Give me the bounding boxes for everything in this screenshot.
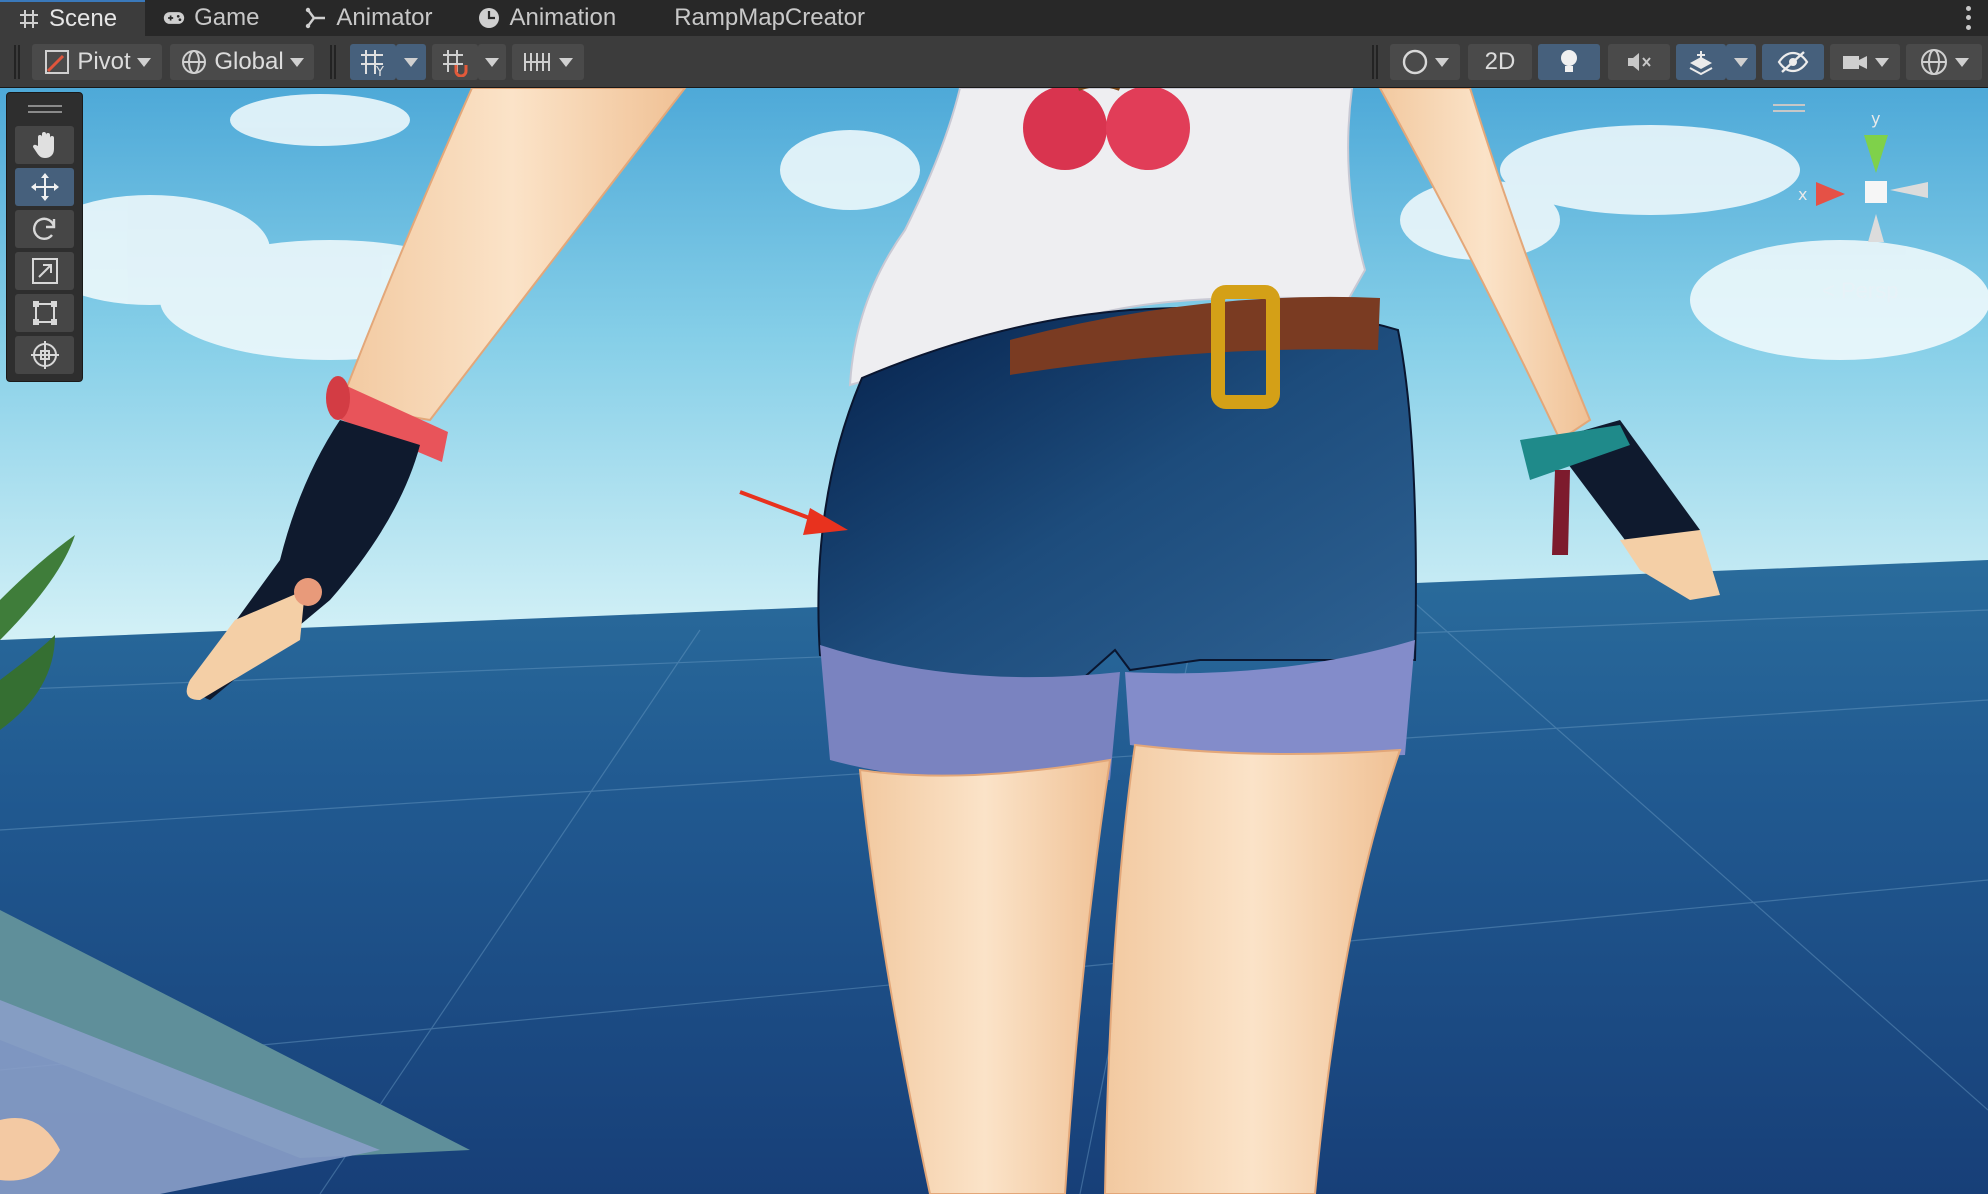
clock-icon bbox=[478, 7, 500, 29]
draw-mode-dropdown[interactable] bbox=[1390, 44, 1460, 80]
pivot-label: Pivot bbox=[77, 48, 131, 75]
mute-speaker-icon bbox=[1628, 53, 1651, 71]
gizmo-y-axis bbox=[1864, 135, 1888, 173]
tab-scene-label: Scene bbox=[49, 5, 118, 32]
rect-transform-icon bbox=[32, 301, 57, 325]
gizmo-x-label: x bbox=[1798, 185, 1807, 204]
tab-rampmapcreator-label: RampMapCreator bbox=[674, 4, 865, 31]
global-dropdown[interactable]: Global bbox=[170, 44, 314, 80]
scene-visibility-toggle[interactable] bbox=[1762, 44, 1824, 80]
gizmo-neg-y-axis bbox=[1868, 214, 1884, 242]
grid-snap-dropdown[interactable] bbox=[396, 44, 426, 80]
audio-toggle[interactable] bbox=[1608, 44, 1670, 80]
transform-icon bbox=[30, 341, 59, 369]
move-arrows-icon bbox=[30, 173, 59, 201]
tab-animator[interactable]: Animator bbox=[287, 0, 460, 36]
rotate-tool[interactable] bbox=[15, 210, 74, 248]
gizmo-x-axis bbox=[1816, 182, 1845, 206]
grid-hash-icon bbox=[18, 8, 40, 30]
gizmo-globe-icon bbox=[1921, 49, 1947, 75]
scale-icon bbox=[31, 258, 58, 284]
animator-icon bbox=[305, 7, 327, 29]
grid-snap-icon: Y bbox=[361, 50, 384, 77]
toggle-2d-button[interactable]: 2D bbox=[1468, 44, 1532, 80]
move-tool[interactable] bbox=[15, 168, 74, 206]
rect-tool[interactable] bbox=[15, 294, 74, 332]
effects-dropdown[interactable] bbox=[1726, 44, 1756, 80]
more-options-icon[interactable] bbox=[1962, 4, 1974, 32]
projection-label[interactable]: < Persp bbox=[1822, 278, 1898, 304]
gizmo-neg-x-axis bbox=[1890, 182, 1928, 198]
tab-animation-label: Animation bbox=[509, 4, 617, 31]
chevron-down-icon bbox=[485, 57, 499, 67]
camera-icon bbox=[1843, 56, 1867, 69]
chevron-down-icon bbox=[289, 57, 304, 67]
snap-magnet-icon bbox=[443, 50, 468, 77]
hand-tool[interactable] bbox=[15, 126, 74, 164]
scale-tool[interactable] bbox=[15, 252, 74, 290]
tab-scene[interactable]: Scene bbox=[0, 0, 146, 36]
chevron-down-icon bbox=[1875, 57, 1889, 67]
increment-snap-dropdown[interactable] bbox=[478, 44, 506, 80]
palette-grip-icon[interactable] bbox=[28, 105, 62, 113]
ruler-icon bbox=[524, 53, 550, 71]
gizmo-center-cube bbox=[1865, 181, 1887, 203]
toggle-2d-label: 2D bbox=[1484, 48, 1516, 75]
tab-animator-label: Animator bbox=[336, 4, 433, 31]
pivot-dropdown[interactable]: Pivot bbox=[32, 44, 162, 80]
hand-icon bbox=[32, 132, 54, 158]
grid-snap-toggle[interactable]: Y bbox=[350, 44, 396, 80]
tab-game[interactable]: Game bbox=[145, 0, 287, 36]
tab-animation[interactable]: Animation bbox=[460, 0, 644, 36]
svg-text:Y: Y bbox=[375, 65, 384, 77]
global-label: Global bbox=[214, 48, 284, 75]
gamepad-icon bbox=[163, 7, 185, 29]
scene-viewport[interactable] bbox=[0, 88, 1988, 1194]
denim-shorts bbox=[817, 306, 1417, 692]
toolbar-grip-icon[interactable] bbox=[330, 45, 336, 79]
light-bulb-icon bbox=[1561, 50, 1577, 72]
rotate-icon bbox=[32, 217, 55, 240]
chevron-down-icon bbox=[559, 57, 573, 67]
orientation-gizmo[interactable]: y x bbox=[1790, 110, 1940, 260]
effects-toggle[interactable] bbox=[1676, 44, 1726, 80]
pivot-icon bbox=[45, 50, 70, 74]
transform-tool[interactable] bbox=[15, 336, 74, 374]
chevron-down-icon bbox=[1734, 57, 1748, 67]
gizmo-y-label: y bbox=[1871, 110, 1880, 128]
lighting-toggle[interactable] bbox=[1538, 44, 1600, 80]
tab-rampmapcreator[interactable]: RampMapCreator bbox=[644, 0, 893, 36]
chevron-down-icon bbox=[404, 57, 418, 67]
layers-effects-icon bbox=[1689, 51, 1713, 76]
chevron-down-icon bbox=[1435, 57, 1449, 67]
scene-render bbox=[0, 88, 1988, 1194]
chevron-down-icon bbox=[136, 57, 151, 67]
globe-icon bbox=[182, 50, 207, 74]
chevron-down-icon bbox=[1955, 57, 1969, 67]
shading-sphere-icon bbox=[1402, 49, 1428, 75]
toolbar-grip-icon[interactable] bbox=[1372, 45, 1378, 79]
editor-tab-bar: Scene Game Animator Animation RampMapCre… bbox=[0, 0, 1988, 36]
toolbar-grip-icon[interactable] bbox=[14, 45, 20, 79]
camera-settings-dropdown[interactable] bbox=[1830, 44, 1900, 80]
increment-snap-toggle[interactable] bbox=[432, 44, 478, 80]
tool-palette bbox=[6, 92, 83, 382]
tab-game-label: Game bbox=[194, 4, 260, 31]
gizmos-dropdown[interactable] bbox=[1906, 44, 1982, 80]
snap-settings-dropdown[interactable] bbox=[512, 44, 584, 80]
eye-hidden-icon bbox=[1777, 51, 1809, 73]
scene-toolbar: Pivot Global Y 2D bbox=[0, 36, 1988, 88]
unity-scene-editor: Scene Game Animator Animation RampMapCre… bbox=[0, 0, 1988, 1194]
